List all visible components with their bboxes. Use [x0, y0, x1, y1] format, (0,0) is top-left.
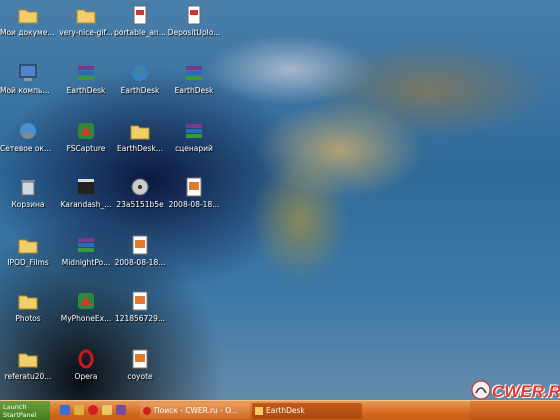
application-icon — [75, 290, 97, 312]
winrar-archive-icon — [75, 234, 97, 256]
desktop-icon-label: EarthDesk — [174, 86, 214, 95]
folder-icon — [129, 120, 151, 142]
desktop-icon[interactable]: Мой компьютер — [0, 62, 56, 95]
network-icon — [17, 120, 39, 142]
document-icon — [129, 4, 151, 26]
desktop-icon[interactable]: Мои документы — [0, 4, 56, 37]
quicklaunch-app-icon[interactable] — [116, 405, 126, 415]
task-label: EarthDesk — [266, 406, 305, 415]
start-label: Launch StartPanel — [3, 403, 37, 419]
desktop-icon[interactable]: Корзина — [0, 176, 56, 209]
watermark: CWER.RU — [470, 378, 560, 402]
desktop-icon-label: FSCapture — [66, 144, 106, 153]
desktop-icon[interactable]: referatu20... — [0, 348, 56, 381]
quicklaunch-folder-icon[interactable] — [102, 405, 112, 415]
folder-icon — [17, 4, 39, 26]
desktop-icon-label: Мой компьютер — [0, 86, 56, 95]
image-file-icon — [183, 176, 205, 198]
image-file-icon — [129, 234, 151, 256]
desktop-icon[interactable]: Opera — [58, 348, 114, 381]
task-label: Поиск - CWER.ru - O... — [154, 406, 239, 415]
desktop-icon-label: Мои документы — [0, 28, 56, 37]
desktop-icon-label: Сетевое окружение — [0, 144, 56, 153]
desktop-icon-label: IPOD_Films — [7, 258, 49, 267]
image-file-icon — [129, 348, 151, 370]
desktop-icon-label: 121856729... — [114, 314, 166, 323]
desktop-icon[interactable]: Сетевое окружение — [0, 120, 56, 153]
desktop-icon[interactable]: 23a5151b5e — [112, 176, 168, 209]
folder-icon — [17, 290, 39, 312]
document-icon — [183, 4, 205, 26]
folder-icon — [17, 348, 39, 370]
application-icon — [75, 120, 97, 142]
video-file-icon — [75, 176, 97, 198]
desktop-icon-label: coyote — [127, 372, 153, 381]
watermark-text: CWER.RU — [492, 382, 560, 401]
desktop-icon-label: EarthDesk... — [117, 144, 163, 153]
desktop-icon[interactable]: very-nice-gif... — [58, 4, 114, 37]
desktop-icon-label: Opera — [74, 372, 98, 381]
desktop-icon-label: MidnightPo... — [61, 258, 111, 267]
desktop-icon[interactable]: 2008-08-18... — [112, 234, 168, 267]
desktop-icon[interactable]: MidnightPo... — [58, 234, 114, 267]
desktop-icon[interactable]: Karandash_... — [58, 176, 114, 209]
image-file-icon — [129, 290, 151, 312]
opera-icon — [143, 407, 151, 415]
folder-icon — [255, 407, 263, 415]
globe-icon — [129, 62, 151, 84]
desktop-icon-label: сценарий — [175, 144, 213, 153]
folder-icon — [75, 4, 97, 26]
desktop-icon[interactable]: EarthDesk... — [112, 120, 168, 153]
desktop-icon[interactable]: portable_an... — [112, 4, 168, 37]
quicklaunch-browser-icon[interactable] — [60, 405, 70, 415]
desktop-icon-label: very-nice-gif... — [59, 28, 113, 37]
desktop: Мои документыvery-nice-gif...portable_an… — [0, 0, 560, 420]
computer-icon — [17, 62, 39, 84]
desktop-icon[interactable]: Photos — [0, 290, 56, 323]
desktop-icon[interactable]: 121856729... — [112, 290, 168, 323]
desktop-icon[interactable]: FSCapture — [58, 120, 114, 153]
desktop-icon-label: Karandash_... — [60, 200, 112, 209]
start-button[interactable]: Launch StartPanel — [0, 401, 50, 420]
desktop-icon[interactable]: 2008-08-18... — [166, 176, 222, 209]
desktop-icon[interactable]: сценарий — [166, 120, 222, 153]
desktop-icon[interactable]: EarthDesk — [166, 62, 222, 95]
desktop-icon-label: Корзина — [11, 200, 45, 209]
watermark-logo-icon — [471, 380, 491, 400]
desktop-icon[interactable]: IPOD_Films — [0, 234, 56, 267]
desktop-icon-label: EarthDesk — [66, 86, 106, 95]
winrar-archive-icon — [75, 62, 97, 84]
taskbar-task-earthdesk[interactable]: EarthDesk — [252, 403, 362, 419]
recycle-bin-icon — [17, 176, 39, 198]
system-tray — [470, 401, 560, 420]
desktop-icon-label: 2008-08-18... — [168, 200, 220, 209]
taskbar-task-browser[interactable]: Поиск - CWER.ru - O... — [140, 403, 250, 419]
desktop-icon-label: portable_an... — [114, 28, 166, 37]
quicklaunch-opera-icon[interactable] — [88, 405, 98, 415]
desktop-icon-label: Photos — [15, 314, 41, 323]
desktop-icon-label: referatu20... — [4, 372, 52, 381]
opera-icon — [75, 348, 97, 370]
taskbar: Launch StartPanel Поиск - CWER.ru - O...… — [0, 400, 560, 420]
desktop-icon[interactable]: EarthDesk — [112, 62, 168, 95]
desktop-icon-label: DepositUplo... — [167, 28, 221, 37]
winrar-archive-icon — [183, 120, 205, 142]
desktop-icon[interactable]: MyPhoneEx... — [58, 290, 114, 323]
desktop-icon-label: 23a5151b5e — [116, 200, 164, 209]
desktop-icon-label: MyPhoneEx... — [60, 314, 112, 323]
quicklaunch-media-icon[interactable] — [74, 405, 84, 415]
desktop-icon[interactable]: DepositUplo... — [166, 4, 222, 37]
desktop-icon-label: 2008-08-18... — [114, 258, 166, 267]
desktop-icon-label: EarthDesk — [120, 86, 160, 95]
disc-icon — [129, 176, 151, 198]
folder-icon — [17, 234, 39, 256]
desktop-icon[interactable]: EarthDesk — [58, 62, 114, 95]
desktop-icon[interactable]: coyote — [112, 348, 168, 381]
winrar-archive-icon — [183, 62, 205, 84]
